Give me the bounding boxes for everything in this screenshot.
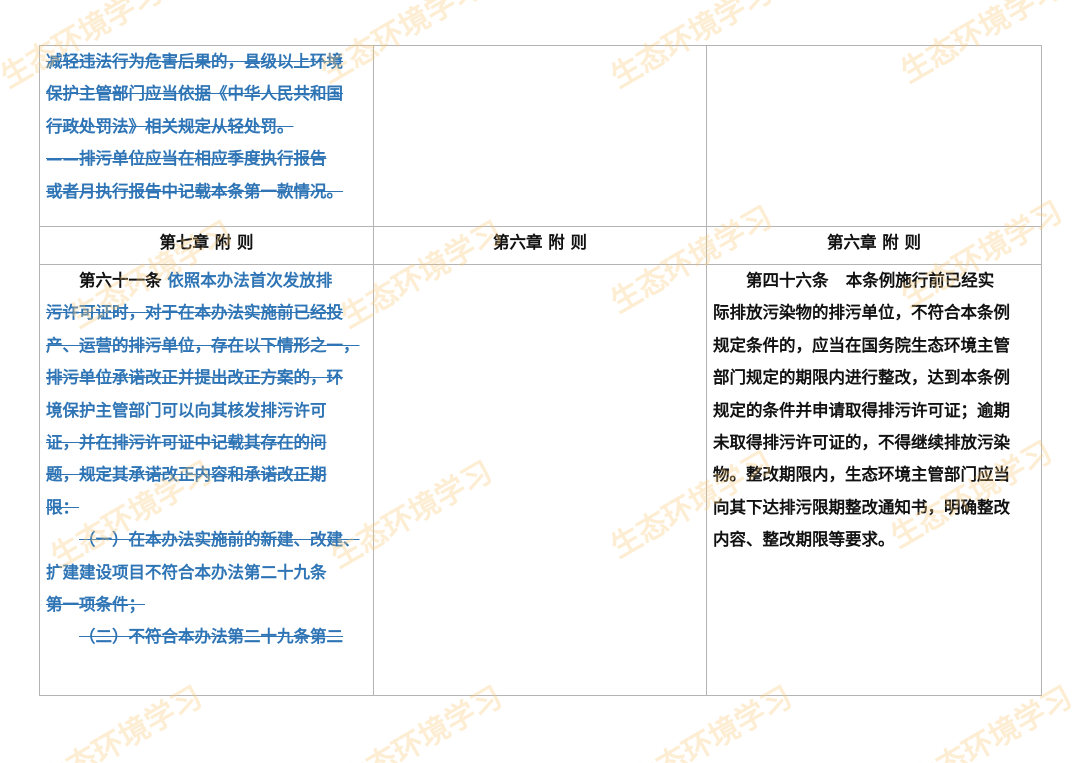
text-line: 规定的条件并申请取得排污许可证；逾期 <box>713 400 1010 420</box>
struck-line: 或者月执行报告中记载本条第一款情况。 <box>46 181 343 201</box>
struck-line: ——排污单位应当在相应季度执行报告 <box>46 149 327 169</box>
struck-line: （一）在本办法实施前的新建、改建、 <box>79 530 360 550</box>
struck-line: 保护主管部门应当依据《中华人民共和国 <box>46 84 343 104</box>
struck-line: 证，并在排污许可证中记载其存在的问 <box>46 433 327 453</box>
text-line: 部门规定的期限内进行整改，达到本条例 <box>713 368 1010 388</box>
text-line: 内容、整改期限等要求。 <box>713 530 895 550</box>
article-number: 第四十六条 <box>746 271 829 290</box>
struck-line: 行政处罚法》相关规定从轻处罚。 <box>46 116 294 136</box>
article-line: 第四十六条 本条例施行前已经实 <box>713 266 1035 298</box>
chapter-heading-old: 第七章 附 则 <box>39 226 374 265</box>
chapter-heading-draft: 第六章 附 则 <box>373 226 707 265</box>
cell-content: 第六十一条 依照本办法首次发放排 污许可证时，对于在本办法实施前已经投 产、运营… <box>46 266 367 684</box>
article-number: 第六十一条 <box>79 271 162 290</box>
new-version-cell: 第四十六条 本条例施行前已经实 际排放污染物的排污单位，不符合本条例 规定条件的… <box>706 264 1042 696</box>
struck-line: 第一项条件； <box>46 595 145 615</box>
struck-line: 题，规定其承诺改正内容和承诺改正期 <box>46 465 327 485</box>
chapter-heading-new: 第六章 附 则 <box>706 226 1042 265</box>
text-line: 境保护主管部门可以向其核发排污许可 <box>46 400 327 420</box>
struck-line: 污许可证时，对于在本办法实施前已经投 <box>46 303 343 323</box>
table-row: 减轻违法行为危害后果的，县级以上环境 保护主管部门应当依据《中华人民共和国 行政… <box>39 45 1042 227</box>
table-row: 第七章 附 则 第六章 附 则 第六章 附 则 <box>39 226 1042 265</box>
article-lead: 本条例施行前已经实 <box>845 271 995 290</box>
struck-line: 减轻违法行为危害后果的，县级以上环境 <box>46 52 343 71</box>
text-line: 未取得排污许可证的，不得继续排放污染 <box>713 433 1010 453</box>
draft-version-cell <box>373 264 707 696</box>
struck-line: 限： <box>46 497 79 517</box>
struck-line: （二）不符合本办法第二十九条第二 <box>79 627 343 647</box>
text-line: 物。整改期限内，生态环境主管部门应当 <box>713 465 1010 485</box>
old-version-cell: 第六十一条 依照本办法首次发放排 污许可证时，对于在本办法实施前已经投 产、运营… <box>39 264 374 696</box>
text-line: 际排放污染物的排污单位，不符合本条例 <box>713 303 1010 323</box>
new-version-cell <box>706 45 1042 227</box>
struck-line: 产、运营的排污单位，存在以下情形之一， <box>46 335 360 355</box>
article-lead: 依照本办法首次发放排 <box>167 271 333 290</box>
draft-version-cell <box>373 45 707 227</box>
text-line: 扩建建设项目不符合本办法第二十九条 <box>46 562 327 582</box>
table-row: 第六十一条 依照本办法首次发放排 污许可证时，对于在本办法实施前已经投 产、运营… <box>39 264 1042 696</box>
struck-line: 排污单位承诺改正并提出改正方案的，环 <box>46 368 343 388</box>
text-line: 向其下达排污限期整改通知书，明确整改 <box>713 497 1010 517</box>
text-line: 规定条件的，应当在国务院生态环境主管 <box>713 335 1010 355</box>
article-line: 第六十一条 依照本办法首次发放排 <box>46 266 367 298</box>
old-version-cell: 减轻违法行为危害后果的，县级以上环境 保护主管部门应当依据《中华人民共和国 行政… <box>39 45 374 227</box>
comparison-table: 减轻违法行为危害后果的，县级以上环境 保护主管部门应当依据《中华人民共和国 行政… <box>39 45 1042 696</box>
